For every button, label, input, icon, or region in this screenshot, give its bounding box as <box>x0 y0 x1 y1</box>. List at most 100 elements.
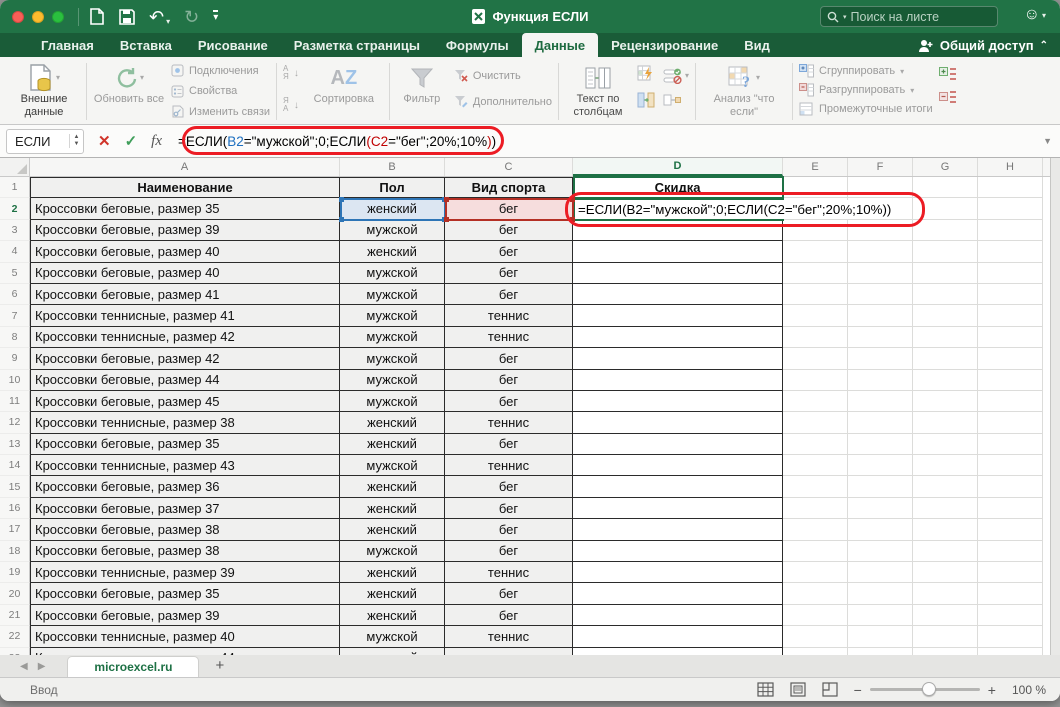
grid-cell[interactable] <box>978 562 1043 583</box>
grid-cell[interactable]: бег <box>445 370 573 391</box>
grid-cell[interactable] <box>783 605 848 626</box>
properties-button[interactable]: Свойства <box>171 85 270 98</box>
row-header-3[interactable]: 3 <box>0 220 30 241</box>
grid-cell[interactable] <box>978 541 1043 562</box>
tab-Рисование[interactable]: Рисование <box>185 33 281 57</box>
grid-cell[interactable]: Кроссовки беговые, размер 41 <box>30 284 340 305</box>
row-header-19[interactable]: 19 <box>0 562 30 583</box>
grid-cell[interactable] <box>573 541 783 562</box>
row-header-23[interactable]: 23 <box>0 648 30 655</box>
save-icon[interactable] <box>119 9 135 25</box>
row-header-15[interactable]: 15 <box>0 476 30 497</box>
close-window-button[interactable] <box>12 11 24 23</box>
tab-Вид[interactable]: Вид <box>731 33 783 57</box>
new-workbook-icon[interactable] <box>89 8 105 25</box>
clear-filter-button[interactable]: Очистить <box>454 69 552 82</box>
tab-Разметка страницы[interactable]: Разметка страницы <box>281 33 433 57</box>
grid-cell[interactable]: бег <box>445 348 573 369</box>
grid-cell[interactable] <box>573 648 783 655</box>
grid-cell[interactable] <box>783 177 848 198</box>
grid-cell[interactable]: бег <box>445 476 573 497</box>
grid-cell[interactable] <box>848 391 913 412</box>
grid-cell[interactable]: Вид спорта <box>445 177 573 198</box>
grid-cell[interactable]: мужской <box>340 263 445 284</box>
grid-cell[interactable] <box>848 241 913 262</box>
hide-detail-button[interactable] <box>939 89 956 109</box>
sort-ascending-button[interactable]: АЯ↓ <box>283 65 299 81</box>
grid-cell[interactable]: теннис <box>445 562 573 583</box>
minimize-window-button[interactable] <box>32 11 44 23</box>
grid-cell[interactable] <box>913 519 978 540</box>
grid-cell[interactable] <box>573 327 783 348</box>
row-header-4[interactable]: 4 <box>0 241 30 262</box>
data-validation-button[interactable]: ▾ <box>663 68 689 84</box>
relationships-button[interactable] <box>663 93 689 112</box>
collapse-ribbon-icon[interactable]: ⌃ <box>1040 40 1048 51</box>
grid-cell[interactable] <box>848 305 913 326</box>
grid-cell[interactable] <box>913 476 978 497</box>
grid-cell[interactable] <box>913 583 978 604</box>
ungroup-caret-icon[interactable]: ▾ <box>910 86 914 95</box>
zoom-thumb[interactable] <box>922 682 936 696</box>
group-caret-icon[interactable]: ▾ <box>900 67 904 76</box>
grid-cell[interactable]: женский <box>340 605 445 626</box>
row-header-14[interactable]: 14 <box>0 455 30 476</box>
tab-Вставка[interactable]: Вставка <box>107 33 185 57</box>
grid-cell[interactable] <box>783 583 848 604</box>
grid-cell[interactable] <box>573 370 783 391</box>
grid-cell[interactable] <box>978 391 1043 412</box>
row-header-13[interactable]: 13 <box>0 434 30 455</box>
external-data-caret-icon[interactable]: ▾ <box>56 73 60 82</box>
grid-cell[interactable]: женский <box>340 476 445 497</box>
grid-cell[interactable] <box>913 198 978 219</box>
grid-cell[interactable]: мужской <box>340 348 445 369</box>
grid-cell[interactable]: женский <box>340 198 445 219</box>
ungroup-button[interactable]: Разгруппировать ▾ <box>799 83 933 97</box>
grid-cell[interactable]: мужской <box>340 220 445 241</box>
group-button[interactable]: Сгруппировать ▾ <box>799 64 933 78</box>
grid-cell[interactable]: Кроссовки беговые, размер 38 <box>30 519 340 540</box>
grid-cell[interactable]: женский <box>340 412 445 433</box>
grid-cell[interactable] <box>913 348 978 369</box>
grid-cell[interactable]: Кроссовки беговые, размер 40 <box>30 241 340 262</box>
grid-cell[interactable] <box>848 605 913 626</box>
grid-cell[interactable] <box>783 241 848 262</box>
grid-cell[interactable] <box>913 562 978 583</box>
grid-cell[interactable] <box>573 412 783 433</box>
grid-cell[interactable] <box>573 455 783 476</box>
grid-cell[interactable]: теннис <box>445 305 573 326</box>
grid-cell[interactable] <box>978 455 1043 476</box>
grid-cell[interactable] <box>913 648 978 655</box>
row-header-5[interactable]: 5 <box>0 263 30 284</box>
grid-cell[interactable] <box>783 455 848 476</box>
grid-cell[interactable]: бег <box>445 263 573 284</box>
refresh-caret-icon[interactable]: ▾ <box>140 73 144 82</box>
grid-cell[interactable] <box>913 391 978 412</box>
grid-cell[interactable] <box>978 648 1043 655</box>
grid-cell[interactable] <box>573 626 783 647</box>
advanced-filter-button[interactable]: Дополнительно <box>454 95 552 108</box>
grid-cell[interactable] <box>783 498 848 519</box>
grid-cell[interactable] <box>848 562 913 583</box>
grid-cell[interactable] <box>573 348 783 369</box>
tab-Данные[interactable]: Данные <box>522 33 599 57</box>
grid-cell[interactable] <box>978 498 1043 519</box>
grid-cell[interactable]: мужской <box>340 626 445 647</box>
grid-cell[interactable]: бег <box>445 583 573 604</box>
grid-cell[interactable]: Кроссовки беговые, размер 44 <box>30 370 340 391</box>
grid-cell[interactable] <box>848 177 913 198</box>
grid-cell[interactable] <box>573 583 783 604</box>
grid-cell[interactable] <box>978 434 1043 455</box>
grid-cell[interactable] <box>913 284 978 305</box>
zoom-in-button[interactable]: + <box>988 682 996 698</box>
grid-cell[interactable]: бег <box>445 434 573 455</box>
grid-cell[interactable]: теннис <box>445 455 573 476</box>
grid-cell[interactable]: Кроссовки теннисные, размер 40 <box>30 626 340 647</box>
tab-Рецензирование[interactable]: Рецензирование <box>598 33 731 57</box>
grid-cell[interactable] <box>978 220 1043 241</box>
grid-cell[interactable] <box>978 412 1043 433</box>
grid-cell[interactable] <box>783 220 848 241</box>
row-header-7[interactable]: 7 <box>0 305 30 326</box>
column-header-F[interactable]: F <box>848 158 913 176</box>
show-detail-button[interactable] <box>939 67 956 87</box>
